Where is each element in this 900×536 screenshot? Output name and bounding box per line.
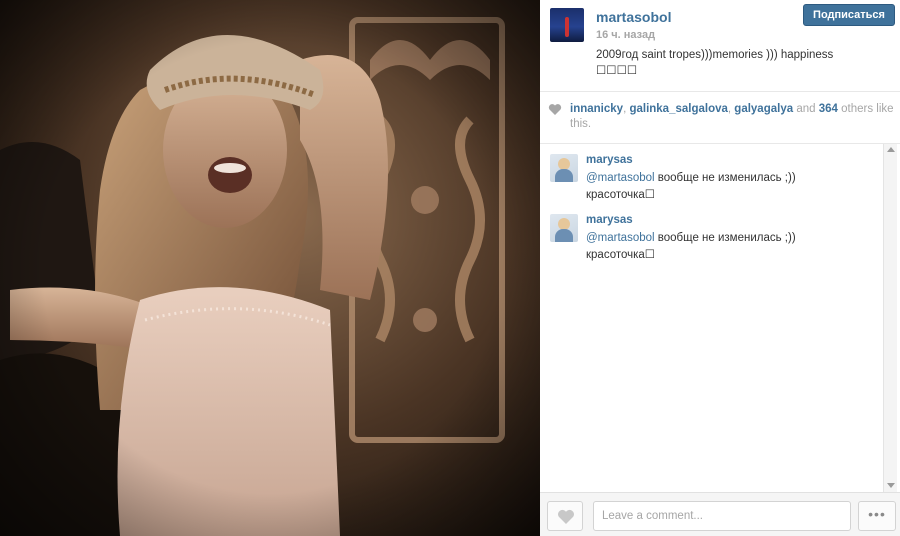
post-timestamp[interactable]: 16 ч. назад — [596, 29, 655, 41]
comment-body-line2: красоточка☐ — [586, 249, 656, 261]
more-dots-icon: ••• — [868, 506, 886, 522]
liker-link[interactable]: galinka_salgalova — [629, 103, 727, 115]
commenter-avatar[interactable] — [550, 214, 578, 242]
likes-section: innanicky, galinka_salgalova, galyagalya… — [540, 92, 900, 144]
owner-avatar[interactable] — [550, 8, 584, 42]
likes-and: and — [796, 103, 816, 115]
scroll-up-arrow-icon[interactable] — [887, 147, 895, 152]
more-options-button[interactable]: ••• — [858, 501, 896, 531]
comments-scrollbar[interactable] — [883, 144, 897, 492]
comment-body-line2: красоточка☐ — [586, 189, 656, 201]
liker-link[interactable]: innanicky — [570, 103, 623, 115]
post-photo[interactable] — [0, 0, 540, 536]
post-sidebar: martasobol 16 ч. назад 2009год saint tro… — [540, 0, 900, 536]
comment-body: вообще не изменилась ;)) — [657, 232, 796, 244]
owner-username[interactable]: martasobol — [596, 9, 671, 25]
commenter-username[interactable]: marysas — [586, 214, 633, 226]
like-button[interactable] — [547, 501, 583, 531]
heart-icon — [548, 104, 562, 115]
instagram-post-view: martasobol 16 ч. назад 2009год saint tro… — [0, 0, 900, 536]
commenter-username[interactable]: marysas — [586, 154, 633, 166]
likes-text: innanicky, galinka_salgalova, galyagalya… — [570, 102, 896, 132]
comment-body: вообще не изменилась ;)) — [657, 172, 796, 184]
post-photo-image — [0, 0, 540, 536]
caption-emoji: ☐☐☐☐ — [596, 65, 638, 77]
post-header: martasobol 16 ч. назад 2009год saint tro… — [540, 0, 900, 92]
comment-mention[interactable]: @martasobol — [586, 172, 655, 184]
comment-input[interactable] — [593, 501, 851, 531]
follow-button[interactable]: Подписаться — [803, 4, 895, 26]
comment-text: @martasobol вообще не изменилась ;)) кра… — [586, 170, 846, 204]
like-heart-icon — [558, 509, 574, 524]
liker-link[interactable]: galyagalya — [734, 103, 793, 115]
likes-count[interactable]: 364 — [819, 103, 838, 115]
scroll-down-arrow-icon[interactable] — [887, 483, 895, 488]
post-caption: 2009год saint tropes)))memories ))) happ… — [596, 47, 886, 79]
commenter-avatar[interactable] — [550, 154, 578, 182]
comments-list: marysas @martasobol вообще не изменилась… — [540, 144, 900, 492]
comment-mention[interactable]: @martasobol — [586, 232, 655, 244]
caption-text: 2009год saint tropes)))memories ))) happ… — [596, 49, 834, 61]
post-actions-bar: ••• — [540, 492, 900, 536]
comment-text: @martasobol вообще не изменилась ;)) кра… — [586, 230, 846, 264]
